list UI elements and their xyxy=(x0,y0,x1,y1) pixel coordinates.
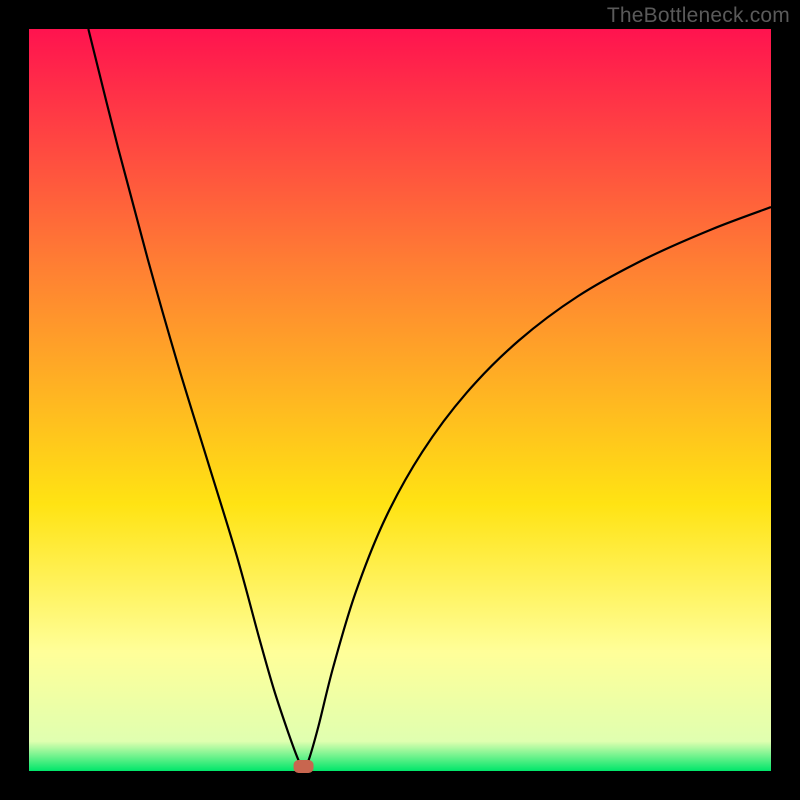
plot-background xyxy=(29,29,771,771)
minimum-marker xyxy=(294,760,314,773)
chart-canvas xyxy=(0,0,800,800)
frame-bottom xyxy=(0,771,800,800)
frame-right xyxy=(771,0,800,800)
watermark-text: TheBottleneck.com xyxy=(607,4,790,28)
chart-svg xyxy=(0,0,800,800)
frame-left xyxy=(0,0,29,800)
